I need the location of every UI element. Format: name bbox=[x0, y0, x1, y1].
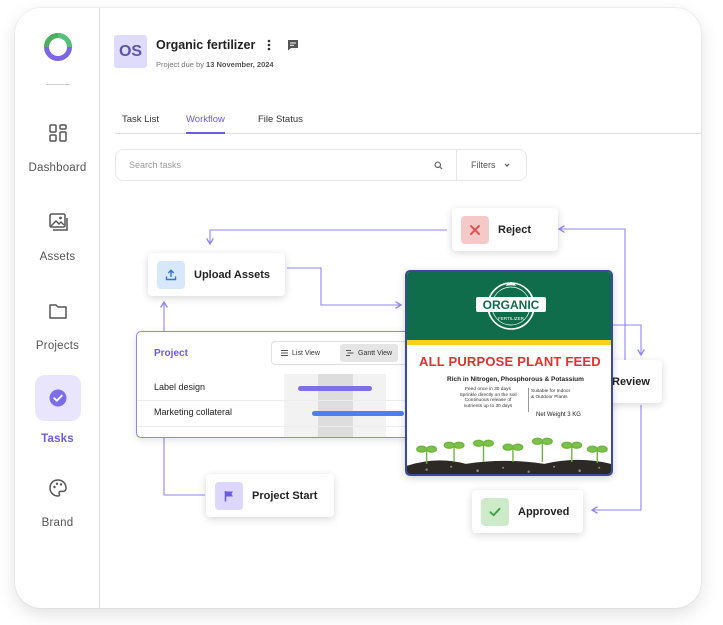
project-due-line: Project due by 13 November, 2024 bbox=[156, 60, 274, 69]
row-divider bbox=[137, 400, 419, 401]
gantt-icon bbox=[346, 350, 354, 356]
list-icon bbox=[281, 350, 288, 356]
logo-divider bbox=[46, 84, 70, 85]
more-vertical-icon[interactable] bbox=[266, 38, 272, 52]
app-logo-icon bbox=[44, 33, 72, 61]
gantt-current-period bbox=[318, 374, 353, 437]
poster-instructions-left: Feed once in 30 days Sprinkle directly o… bbox=[459, 387, 517, 409]
node-label: Project Start bbox=[252, 489, 318, 502]
start-badge bbox=[215, 481, 243, 510]
workflow-node-project-start[interactable]: Project Start bbox=[206, 474, 334, 517]
sidebar-item-tasks[interactable]: Tasks bbox=[15, 375, 100, 445]
connector-reject-to-upload bbox=[206, 229, 447, 246]
approved-badge bbox=[481, 497, 509, 526]
view-toggle: List View Gantt View bbox=[271, 341, 408, 365]
poster-instructions-right: Suitable for Indoor & Outdoor Plants bbox=[531, 389, 571, 400]
upload-badge bbox=[157, 260, 185, 289]
connector-asset-to-review bbox=[613, 324, 645, 357]
image-stack-icon bbox=[48, 213, 68, 231]
palette-icon bbox=[48, 479, 67, 497]
search-icon[interactable] bbox=[434, 161, 443, 170]
sidebar-item-label: Tasks bbox=[41, 433, 74, 445]
tab-task-list[interactable]: Task List bbox=[122, 114, 159, 132]
check-circle-icon bbox=[49, 389, 66, 407]
sidebar-item-label: Brand bbox=[41, 517, 74, 529]
node-label: Review bbox=[612, 375, 650, 388]
gantt-bar-label-design[interactable] bbox=[298, 386, 372, 391]
gantt-bar-marketing-collateral[interactable] bbox=[312, 411, 404, 416]
node-label: Reject bbox=[498, 223, 532, 236]
task-label: Label design bbox=[154, 382, 206, 392]
project-title: Organic fertilizer bbox=[156, 38, 256, 52]
task-label: Marketing collateral bbox=[154, 407, 233, 417]
logo-subtext: FERTILIZER bbox=[498, 316, 524, 321]
check-icon bbox=[489, 507, 501, 516]
logo-text: ORGANIC bbox=[483, 298, 540, 312]
sidebar-item-assets[interactable]: Assets bbox=[15, 211, 100, 263]
node-label: Approved bbox=[518, 505, 570, 518]
folder-icon bbox=[48, 304, 67, 319]
filters-label: Filters bbox=[471, 160, 496, 170]
organic-logo: ORGANIC FERTILIZER bbox=[476, 282, 546, 330]
app-window: Dashboard Assets Projects Tasks Brand OS… bbox=[15, 8, 701, 608]
poster-divider bbox=[528, 388, 529, 412]
node-label: Upload Assets bbox=[194, 268, 271, 281]
poster-subheadline: Rich in Nitrogen, Phosphorous & Potassiu… bbox=[447, 376, 584, 383]
due-date: 13 November, 2024 bbox=[206, 60, 274, 69]
due-prefix: Project due by bbox=[156, 60, 204, 69]
poster-weight: Net Weight 3 KG bbox=[536, 412, 581, 418]
workflow-node-approved[interactable]: Approved bbox=[472, 490, 583, 533]
gantt-panel: Project List View Gantt View Label desig… bbox=[136, 331, 420, 438]
tab-workflow[interactable]: Workflow bbox=[186, 114, 225, 134]
connector-upload-to-asset bbox=[287, 267, 403, 309]
search-input[interactable] bbox=[122, 154, 422, 176]
dashboard-grid-icon bbox=[48, 124, 67, 142]
sidebar: Dashboard Assets Projects Tasks Brand bbox=[15, 8, 100, 608]
sidebar-item-label: Assets bbox=[39, 251, 76, 263]
sidebar-item-projects[interactable]: Projects bbox=[15, 300, 100, 352]
gantt-view-button[interactable]: Gantt View bbox=[340, 344, 399, 362]
chevron-down-icon bbox=[504, 163, 510, 167]
comment-icon[interactable] bbox=[286, 38, 300, 52]
active-indicator bbox=[34, 375, 81, 421]
tab-bar: Task List Workflow File Status bbox=[115, 112, 701, 134]
close-icon bbox=[470, 224, 480, 235]
tab-file-status[interactable]: File Status bbox=[258, 114, 303, 132]
sidebar-item-label: Projects bbox=[35, 340, 80, 352]
flag-icon bbox=[224, 490, 233, 501]
filters-divider bbox=[456, 150, 457, 180]
gantt-view-label: Gantt View bbox=[358, 349, 393, 357]
seedlings-illustration bbox=[407, 437, 611, 474]
poster-header: ORGANIC FERTILIZER bbox=[407, 272, 611, 340]
workflow-node-upload-assets[interactable]: Upload Assets bbox=[148, 253, 285, 296]
search-bar: Filters bbox=[115, 149, 527, 181]
poster-stripe bbox=[407, 340, 611, 345]
workflow-node-reject[interactable]: Reject bbox=[452, 208, 558, 251]
sidebar-item-label: Dashboard bbox=[28, 162, 87, 174]
upload-icon bbox=[165, 268, 177, 280]
list-view-label: List View bbox=[292, 349, 320, 357]
row-divider bbox=[137, 426, 419, 427]
asset-preview-poster[interactable]: ORGANIC FERTILIZER ALL PURPOSE PLANT FEE… bbox=[405, 270, 613, 476]
gantt-title: Project bbox=[154, 348, 188, 359]
reject-badge bbox=[461, 215, 489, 244]
poster-headline: ALL PURPOSE PLANT FEED bbox=[419, 354, 601, 369]
sidebar-item-dashboard[interactable]: Dashboard bbox=[15, 122, 100, 174]
sidebar-item-brand[interactable]: Brand bbox=[15, 477, 100, 529]
filters-button[interactable]: Filters bbox=[471, 160, 511, 170]
project-avatar: OS bbox=[114, 35, 147, 68]
list-view-button[interactable]: List View bbox=[275, 344, 326, 362]
